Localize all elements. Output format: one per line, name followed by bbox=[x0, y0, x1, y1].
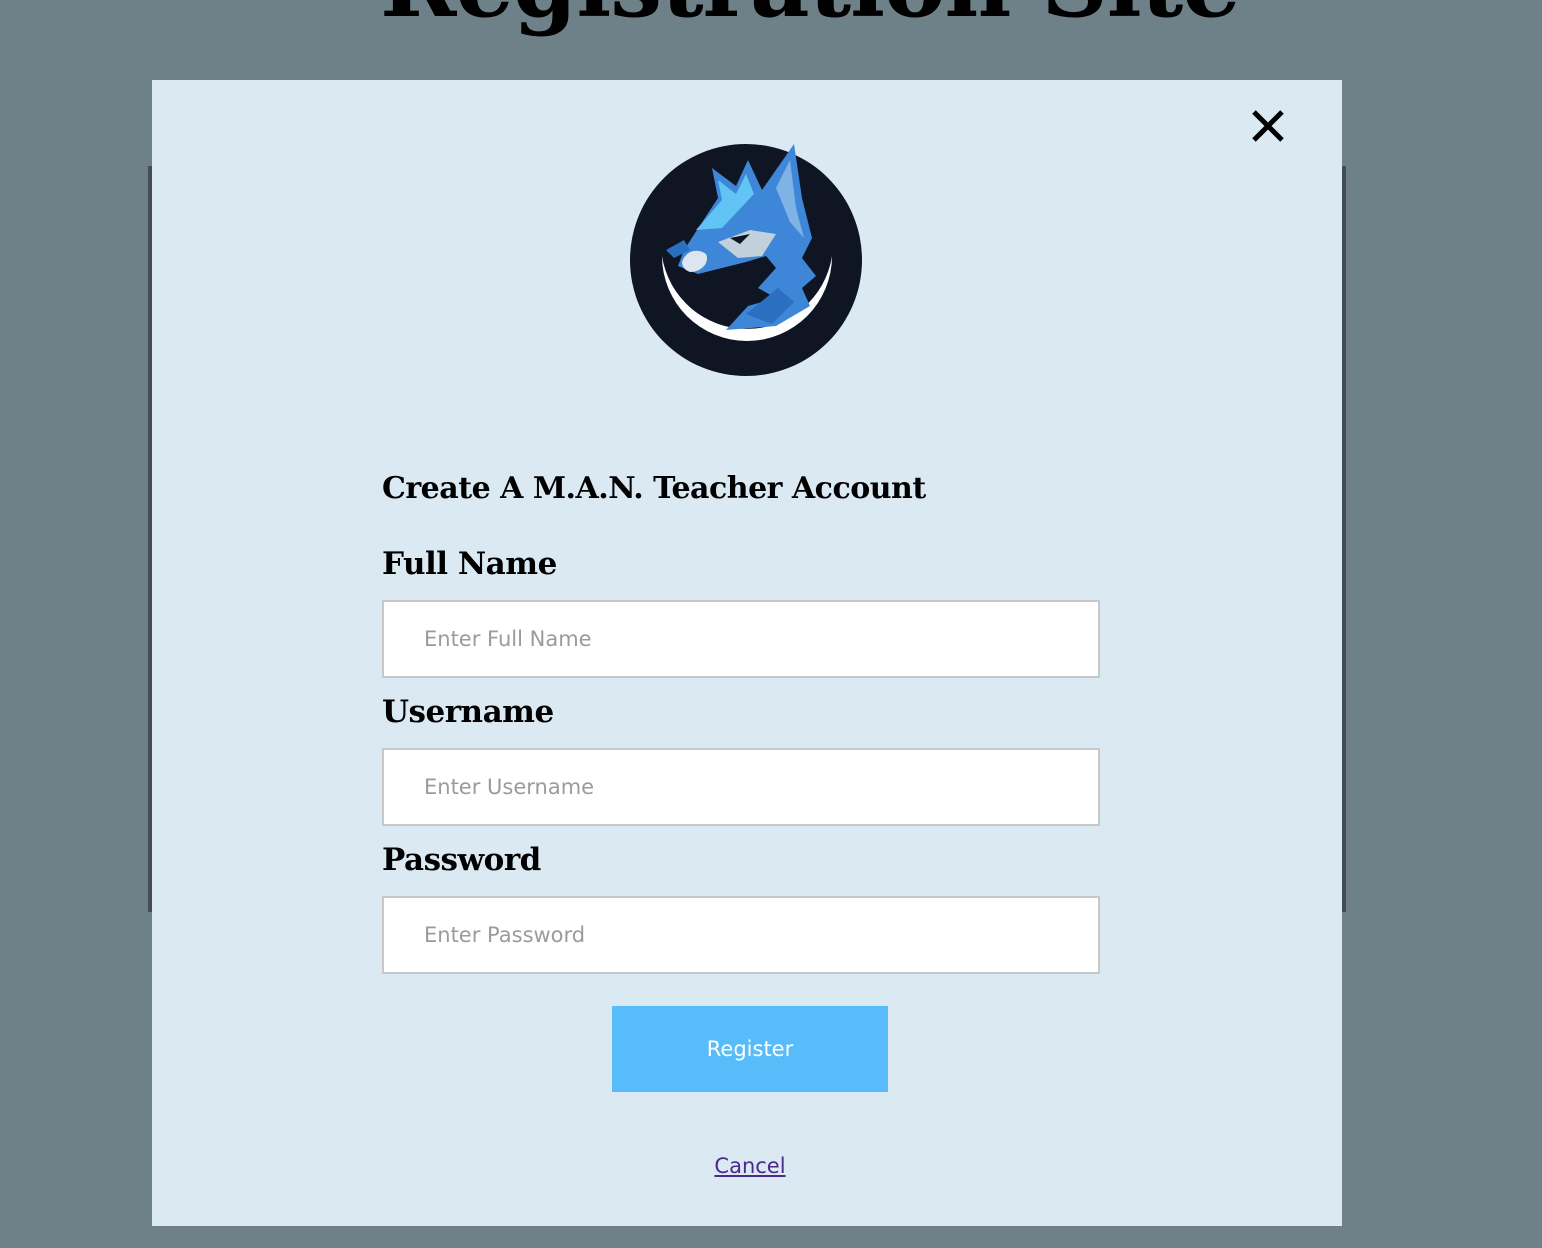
registration-form: Create A M.A.N. Teacher Account Full Nam… bbox=[382, 466, 1102, 986]
background-panel-edge-right bbox=[1342, 166, 1346, 912]
close-button[interactable] bbox=[1246, 104, 1290, 148]
background-page-title: Registration Site bbox=[380, 0, 1241, 30]
form-title: Create A M.A.N. Teacher Account bbox=[382, 471, 926, 506]
password-label: Password bbox=[382, 842, 541, 878]
full-name-input[interactable] bbox=[382, 600, 1100, 678]
register-button[interactable]: Register bbox=[612, 1006, 888, 1092]
close-icon bbox=[1252, 110, 1284, 142]
wolf-logo bbox=[626, 138, 866, 378]
username-input[interactable] bbox=[382, 748, 1100, 826]
cancel-link[interactable]: Cancel bbox=[152, 1154, 1348, 1178]
registration-modal: Create A M.A.N. Teacher Account Full Nam… bbox=[152, 80, 1342, 1226]
password-input[interactable] bbox=[382, 896, 1100, 974]
wolf-mascot-icon bbox=[630, 144, 862, 376]
username-label: Username bbox=[382, 694, 554, 730]
full-name-label: Full Name bbox=[382, 546, 557, 582]
